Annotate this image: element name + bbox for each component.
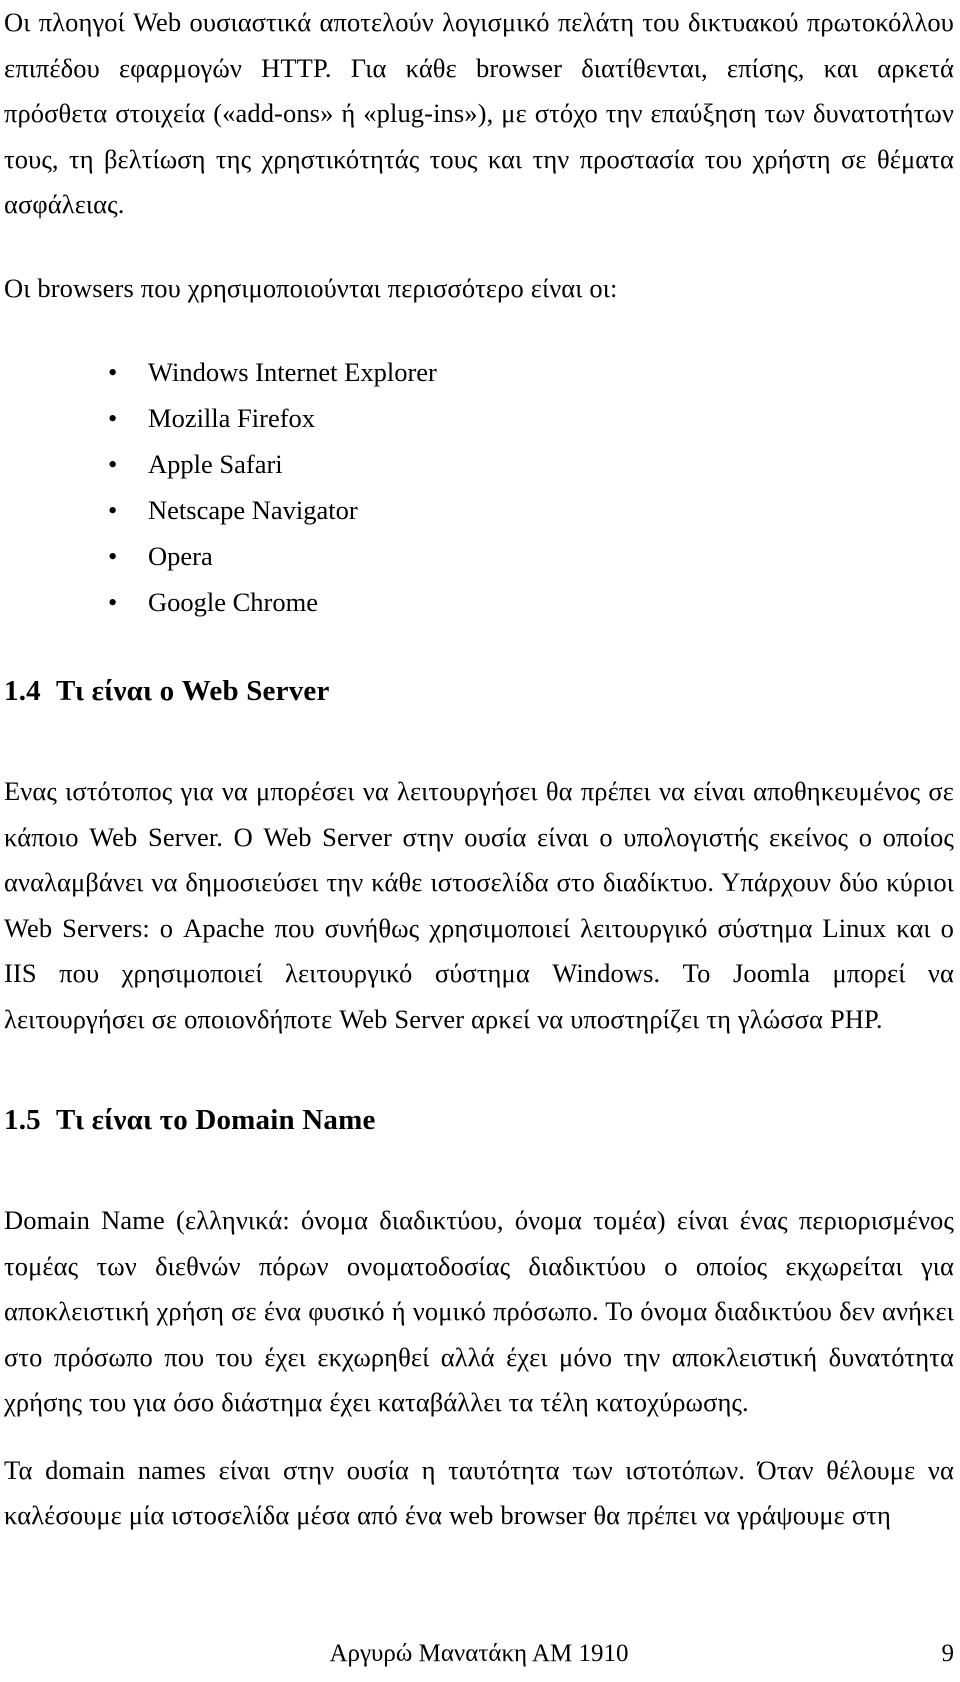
list-item-label: Opera (148, 541, 213, 571)
bullet-icon: • (108, 449, 118, 479)
list-item-label: Mozilla Firefox (148, 403, 316, 433)
document-page: Οι πλοηγοί Web ουσιαστικά αποτελούν λογι… (0, 0, 960, 1682)
list-item: • Netscape Navigator (4, 487, 954, 533)
list-item: • Windows Internet Explorer (4, 349, 954, 395)
list-lead-in-paragraph: Οι browsers που χρησιμοποιούνται περισσό… (4, 272, 618, 303)
bullet-icon: • (108, 587, 118, 617)
list-item-label: Google Chrome (148, 587, 319, 617)
bullet-icon: • (108, 357, 118, 387)
section-1-5-paragraph-1: Domain Name (ελληνικά: όνομα διαδικτύου,… (4, 1205, 954, 1417)
list-item: • Google Chrome (4, 579, 954, 625)
bullet-icon: • (108, 403, 118, 433)
list-item-label: Apple Safari (148, 449, 283, 479)
bullet-icon: • (108, 495, 118, 525)
intro-paragraph: Οι πλοηγοί Web ουσιαστικά αποτελούν λογι… (4, 7, 954, 219)
page-content: Οι πλοηγοί Web ουσιαστικά αποτελούν λογι… (4, 0, 954, 1539)
section-number: 1.4 (4, 675, 41, 707)
section-title: Τι είναι το Domain Name (56, 1104, 376, 1136)
list-item: • Apple Safari (4, 441, 954, 487)
list-item: • Opera (4, 533, 954, 579)
list-item-label: Windows Internet Explorer (148, 357, 437, 387)
browser-list: • Windows Internet Explorer • Mozilla Fi… (4, 349, 954, 625)
bullet-icon: • (108, 541, 118, 571)
page-number: 9 (941, 1640, 955, 1667)
section-1-4-paragraph: Ενας ιστότοπος για να μπορέσει να λειτου… (4, 776, 954, 1034)
section-title: Τι είναι ο Web Server (56, 675, 330, 707)
page-footer: Αργυρώ Μανατάκη ΑΜ 1910 9 (4, 1634, 954, 1674)
section-1-5-paragraph-2: Τα domain names είναι στην ουσία η ταυτό… (4, 1454, 954, 1531)
section-heading-1-5: 1.5 Τι είναι το Domain Name (4, 1100, 954, 1140)
section-heading-1-4: 1.4 Τι είναι ο Web Server (4, 671, 954, 711)
list-item-label: Netscape Navigator (148, 495, 358, 525)
footer-author: Αργυρώ Μανατάκη ΑΜ 1910 (329, 1640, 629, 1667)
section-number: 1.5 (4, 1104, 41, 1136)
list-item: • Mozilla Firefox (4, 395, 954, 441)
